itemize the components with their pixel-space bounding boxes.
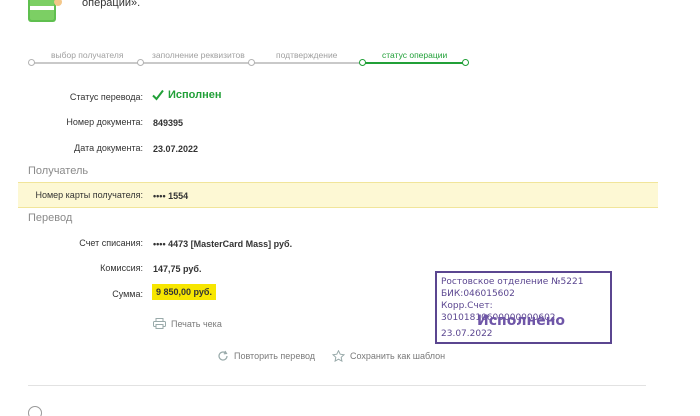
sum-label: Сумма: [112,289,143,299]
print-receipt-label[interactable]: Печать чека [171,319,222,329]
account-label: Счет списания: [79,238,143,248]
save-template-label[interactable]: Сохранить как шаблон [350,351,445,361]
status-text: Исполнен [168,89,222,101]
stamp-line-2: БИК:046015602 [441,289,515,299]
fee-label: Комиссия: [100,263,143,273]
step-dot-3 [248,59,255,66]
stepper-track-active [362,62,466,64]
step-dot-1 [28,59,35,66]
printer-icon [153,318,166,329]
step-dot-4 [359,59,366,66]
step-label-3: подтверждение [276,50,338,60]
plus-circle-icon [28,406,42,416]
status-value: Исполнен [152,89,222,101]
star-icon [332,350,345,362]
sum-value: 9 850,00 руб. [152,284,216,300]
check-icon [152,89,164,101]
doc-date-value: 23.07.2022 [153,144,199,154]
step-label-4: статус операции [382,50,448,60]
stamp-executed-text: Исполнено [477,313,566,329]
doc-date-label: Дата документа: [74,143,143,153]
stepper-track [31,62,365,64]
fee-value: 147,75 руб. [153,264,202,274]
stamp-line-1: Ростовское отделение №5221 [441,277,584,287]
step-dot-2 [137,59,144,66]
section-title-transfer: Перевод [28,212,73,224]
divider [28,385,646,386]
step-label-2: заполнение реквизитов [152,50,245,60]
refresh-icon [218,350,228,361]
stamp-date: 23.07.2022 [441,329,493,339]
header-fragment-text: операции». [82,0,141,9]
step-dot-end [462,59,469,66]
status-label: Статус перевода: [69,92,143,102]
repeat-transfer-label[interactable]: Повторить перевод [234,351,315,361]
print-receipt-link[interactable]: Печать чека [153,318,222,329]
repeat-transfer-link[interactable]: Повторить перевод [217,350,315,362]
save-template-link[interactable]: Сохранить как шаблон [332,350,445,362]
step-label-1: выбор получателя [51,50,124,60]
account-value: •••• 4473 [MasterCard Mass] руб. [153,239,293,249]
progress-stepper: выбор получателя заполнение реквизитов п… [28,50,470,70]
bottom-fragment [28,406,42,416]
doc-number-value: 849395 [153,118,184,128]
card-number-value: •••• 1554 [153,191,189,201]
card-number-label: Номер карты получателя: [35,190,143,200]
card-icon [28,0,62,22]
section-title-recipient: Получатель [28,165,89,177]
doc-number-label: Номер документа: [66,117,143,127]
bank-stamp: Ростовское отделение №5221 БИК:046015602… [435,271,612,344]
